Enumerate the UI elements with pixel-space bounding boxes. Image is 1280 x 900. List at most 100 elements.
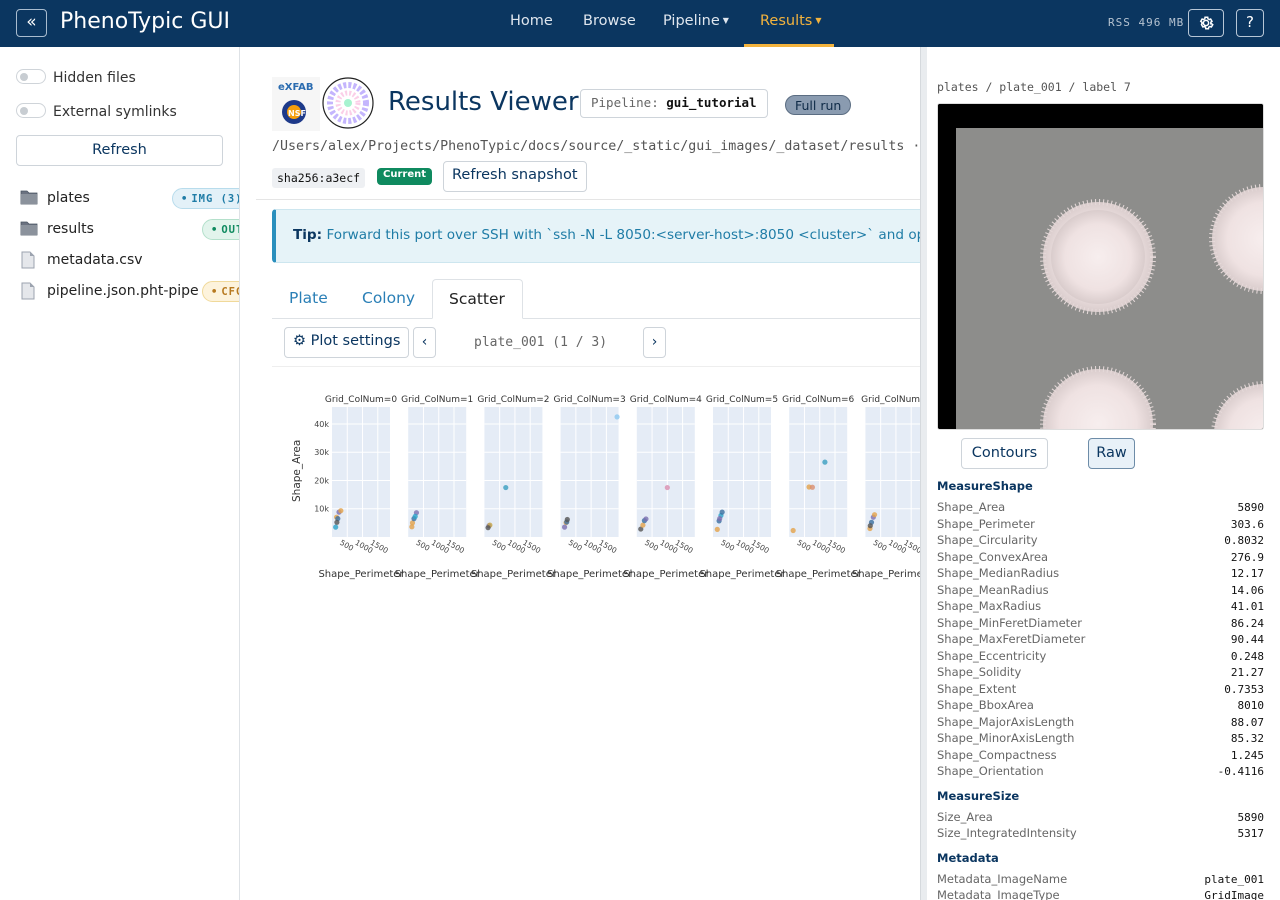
refresh-files-button[interactable]: Refresh (16, 135, 223, 166)
file-name: pipeline.json.pht-pipe (47, 283, 199, 299)
nav-pipeline[interactable]: Pipeline ▼ (663, 13, 729, 29)
panel-resize-handle[interactable] (920, 47, 927, 900)
x-axis-title: Shape_Perimeter (699, 569, 785, 580)
scatter-toolbar: ⚙ Plot settings ‹ plate_001 (1 / 3) › (272, 319, 920, 367)
measure-row: Shape_Circularity 0.8032 (937, 533, 1264, 549)
measure-name: Size_Area (937, 809, 993, 824)
next-plate-button[interactable]: › (643, 327, 666, 358)
measure-value: 5317 (1237, 827, 1265, 840)
facet-title: Grid_ColNum=1 (401, 395, 473, 405)
tip-alert: Tip: Forward this port over SSH with `ss… (272, 209, 920, 263)
file-item-metadata[interactable]: metadata.csv (20, 249, 239, 271)
logo-text: eXFAB (278, 82, 314, 93)
measure-row: Shape_MajorAxisLength 88.07 (937, 715, 1264, 731)
help-button[interactable]: ? (1236, 9, 1264, 37)
data-point (614, 414, 620, 420)
external-symlinks-toggle[interactable]: External symlinks (16, 103, 177, 120)
measure-row: Shape_MinorAxisLength 85.32 (937, 731, 1264, 747)
exfab-logo: eXFAB NSF (272, 77, 320, 131)
measure-value: 8010 (1237, 699, 1265, 712)
file-item-results[interactable]: results OUT (20, 218, 239, 240)
toggle-switch[interactable] (16, 69, 46, 84)
plate-indicator: plate_001 (1 / 3) (474, 335, 608, 350)
measure-row: Shape_Compactness 1.245 (937, 748, 1264, 764)
tab-colony[interactable]: Colony (346, 279, 431, 319)
measure-row: Shape_Perimeter 303.6 (937, 517, 1264, 533)
facet-panel (560, 407, 619, 537)
nav-results[interactable]: Results ▼ (760, 13, 822, 29)
tab-plate[interactable]: Plate (273, 279, 344, 319)
data-point (822, 459, 828, 465)
data-point (640, 522, 646, 528)
x-tick-label: 1500 (826, 538, 847, 555)
tip-label: Tip: (293, 227, 323, 243)
facet-title: Grid_ColNum= (861, 395, 920, 405)
caret-down-icon: ▼ (815, 16, 822, 25)
file-icon (21, 282, 35, 300)
nav-pipeline-label: Pipeline (663, 13, 720, 29)
file-item-plates[interactable]: plates IMG (3) (20, 187, 239, 209)
x-tick-label: 1500 (445, 538, 466, 555)
measure-name: Shape_Orientation (937, 764, 1044, 778)
toggle-switch[interactable] (16, 103, 46, 118)
x-tick-label: 1500 (597, 538, 618, 555)
measure-name: Shape_Perimeter (937, 516, 1035, 531)
facet-title: Grid_ColNum=5 (706, 395, 778, 405)
facet-title: Grid_ColNum=6 (782, 395, 854, 405)
folder-icon (20, 221, 38, 236)
gear-icon (1199, 16, 1214, 30)
measure-row: Shape_MaxRadius 41.01 (937, 599, 1264, 615)
page-title: Results Viewer (388, 87, 579, 117)
measure-value: 5890 (1237, 501, 1265, 514)
contours-button[interactable]: Contours (961, 438, 1048, 469)
file-badge: IMG (3) (172, 188, 239, 209)
data-point (719, 509, 725, 515)
hidden-files-toggle[interactable]: Hidden files (16, 69, 136, 86)
data-point (333, 524, 339, 530)
measure-value: 85.32 (1230, 732, 1264, 745)
measure-name: Shape_Circularity (937, 533, 1038, 547)
file-name: metadata.csv (47, 252, 143, 268)
pipeline-label: Pipeline: (591, 95, 659, 110)
measure-value: 276.9 (1230, 550, 1264, 564)
measure-row: Size_IntegratedIntensity 5317 (937, 826, 1264, 842)
measure-row: Metadata_ImageType GridImage (937, 888, 1264, 900)
folder-icon (20, 190, 38, 205)
prev-plate-button[interactable]: ‹ (413, 327, 436, 358)
raw-button[interactable]: Raw (1088, 438, 1135, 469)
x-tick-label: 500 (567, 538, 584, 553)
y-axis-title: Shape_Area (291, 440, 303, 502)
x-tick-label: 500 (643, 538, 660, 553)
y-tick-label: 30k (314, 448, 329, 457)
tab-scatter[interactable]: Scatter (432, 279, 523, 319)
x-axis-title: Shape_Perimeter (852, 569, 920, 580)
nav-browse[interactable]: Browse (583, 13, 636, 29)
measure-name: Shape_MeanRadius (937, 582, 1049, 597)
nav-home[interactable]: Home (510, 13, 553, 29)
pipeline-indicator: Pipeline: gui_tutorial (580, 89, 768, 118)
measure-value: 90.44 (1230, 633, 1264, 646)
collapse-sidebar-button[interactable]: « (16, 9, 47, 37)
measure-row: Size_Area 5890 (937, 810, 1264, 826)
measure-name: Shape_MedianRadius (937, 566, 1060, 580)
nav-results-label: Results (760, 13, 813, 29)
file-name: results (47, 221, 94, 237)
y-tick-label: 10k (314, 505, 329, 514)
colony-image[interactable] (937, 103, 1264, 430)
results-path: /Users/alex/Projects/PhenoTypic/docs/sou… (272, 139, 920, 154)
scatter-facet-chart[interactable]: Shape_Area10k20k30k40kGrid_ColNum=050010… (272, 371, 920, 591)
x-tick-label: 1500 (750, 538, 771, 555)
app-title[interactable]: PhenoTypic GUI (60, 9, 230, 34)
measure-row: Shape_Orientation -0.4116 (937, 764, 1264, 780)
refresh-snapshot-button[interactable]: Refresh snapshot (443, 161, 587, 192)
y-tick-label: 20k (314, 476, 329, 485)
file-item-pipeline[interactable]: pipeline.json.pht-pipe CFG (20, 280, 239, 302)
settings-button[interactable] (1188, 9, 1224, 37)
data-point (714, 526, 720, 532)
measure-value: 0.8032 (1224, 534, 1264, 547)
measure-value: 1.245 (1230, 748, 1264, 762)
measure-row: Metadata_ImageName plate_001 (937, 872, 1264, 888)
measure-value: 86.24 (1230, 616, 1264, 630)
plot-settings-button[interactable]: ⚙ Plot settings (284, 327, 410, 358)
measure-name: Metadata_ImageType (937, 888, 1060, 900)
